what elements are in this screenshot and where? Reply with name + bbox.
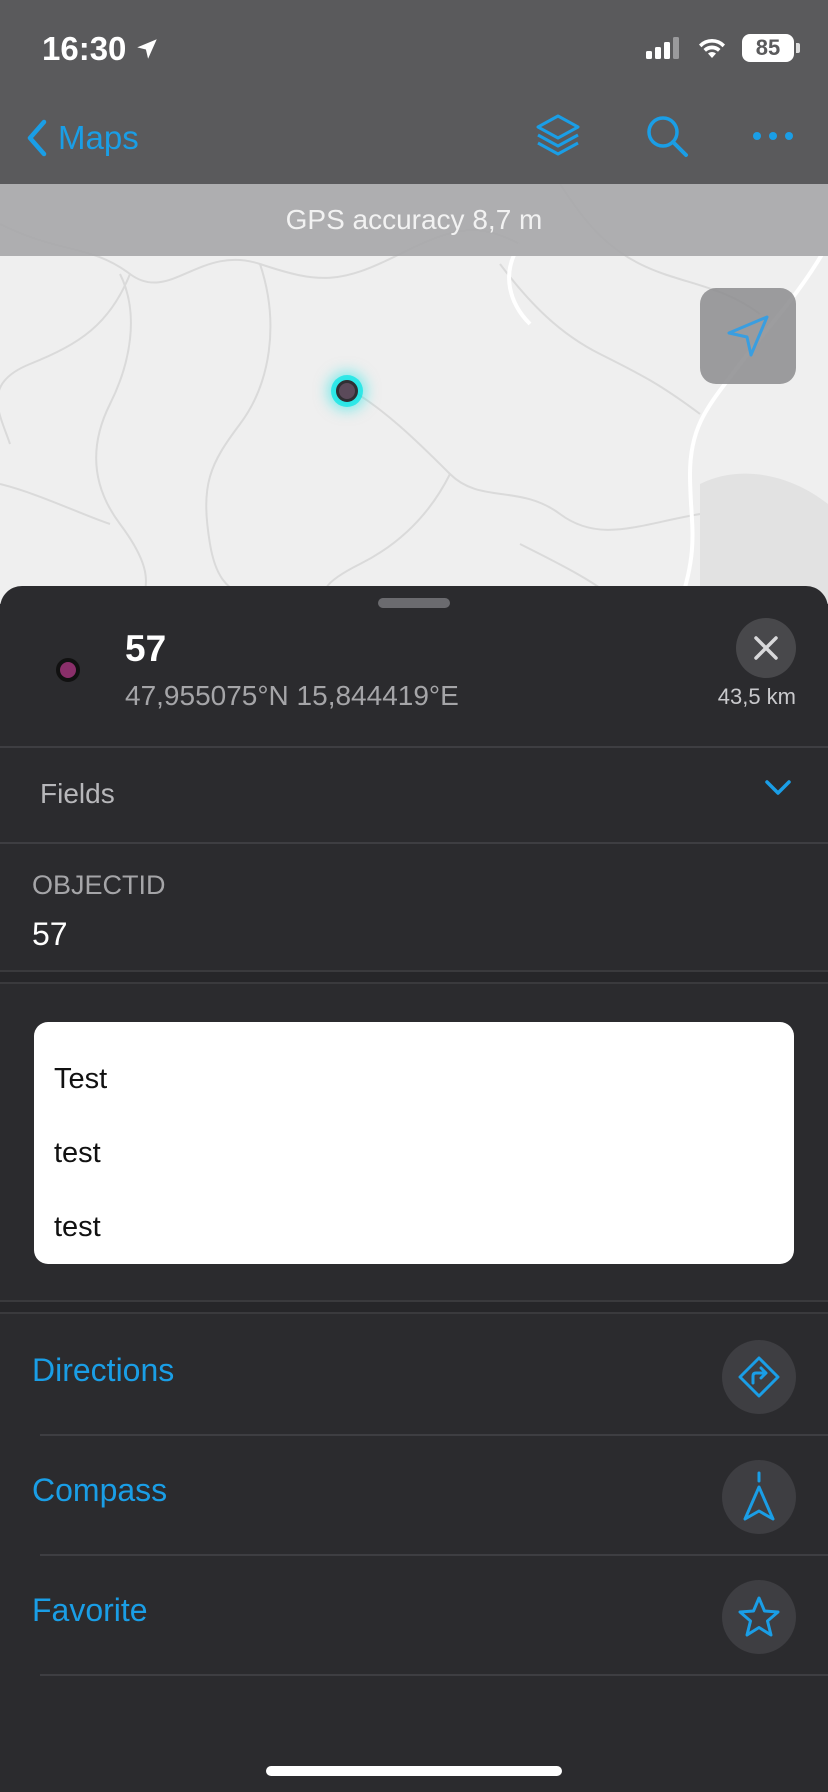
directions-icon (738, 1356, 780, 1398)
favorite-action[interactable]: Favorite (0, 1556, 828, 1676)
compass-action[interactable]: Compass (0, 1436, 828, 1556)
text-line: test (54, 1211, 101, 1243)
section-separator (0, 1300, 828, 1314)
favorite-button[interactable] (722, 1580, 796, 1654)
gps-accuracy-banner: GPS accuracy 8,7 m (0, 184, 828, 256)
nav-actions (534, 112, 794, 160)
objectid-label: OBJECTID (32, 870, 166, 900)
text-line: test (54, 1137, 101, 1169)
location-arrow-icon (137, 39, 158, 59)
battery-indicator: 85 (742, 34, 800, 62)
compass-icon (743, 1471, 775, 1521)
top-bar: 16:30 85 Maps (0, 0, 828, 184)
close-icon (754, 636, 778, 660)
directions-button[interactable] (722, 1340, 796, 1414)
chevron-left-icon (27, 119, 47, 157)
text-content-card: Test test test (34, 1022, 794, 1264)
divider (40, 1674, 828, 1676)
objectid-value: 57 (32, 916, 68, 952)
feature-coordinates: 47,955075°N 15,844419°E (125, 680, 459, 711)
locate-button[interactable] (700, 288, 796, 384)
search-icon[interactable] (644, 113, 690, 159)
feature-sheet: 57 47,955075°N 15,844419°E 43,5 km Field… (0, 586, 828, 1792)
close-button[interactable] (736, 618, 796, 678)
directions-action[interactable]: Directions (0, 1316, 828, 1436)
fields-toggle[interactable]: Fields (0, 748, 828, 842)
favorite-label: Favorite (32, 1592, 148, 1628)
wifi-icon (699, 38, 725, 58)
status-indicators: 85 (646, 34, 800, 62)
back-button[interactable]: Maps (24, 118, 139, 158)
chevron-down-icon (765, 780, 791, 795)
navigation-arrow-icon (727, 315, 769, 357)
section-separator (0, 970, 828, 984)
layers-icon[interactable] (534, 112, 582, 160)
status-time: 16:30 (42, 30, 160, 68)
fields-label: Fields (40, 778, 115, 809)
compass-button[interactable] (722, 1460, 796, 1534)
text-line: Test (54, 1063, 108, 1095)
map-feature-marker[interactable] (336, 380, 358, 402)
more-icon[interactable] (752, 130, 794, 142)
divider (0, 842, 828, 844)
directions-label: Directions (32, 1352, 175, 1388)
home-indicator[interactable] (266, 1766, 562, 1776)
star-icon (738, 1596, 780, 1637)
feature-title: 57 (125, 628, 167, 669)
feature-header: 57 47,955075°N 15,844419°E 43,5 km (0, 586, 828, 746)
feature-symbol-icon (56, 658, 80, 682)
signal-icon (646, 37, 679, 59)
compass-label: Compass (32, 1472, 168, 1508)
feature-distance: 43,5 km (717, 684, 796, 709)
